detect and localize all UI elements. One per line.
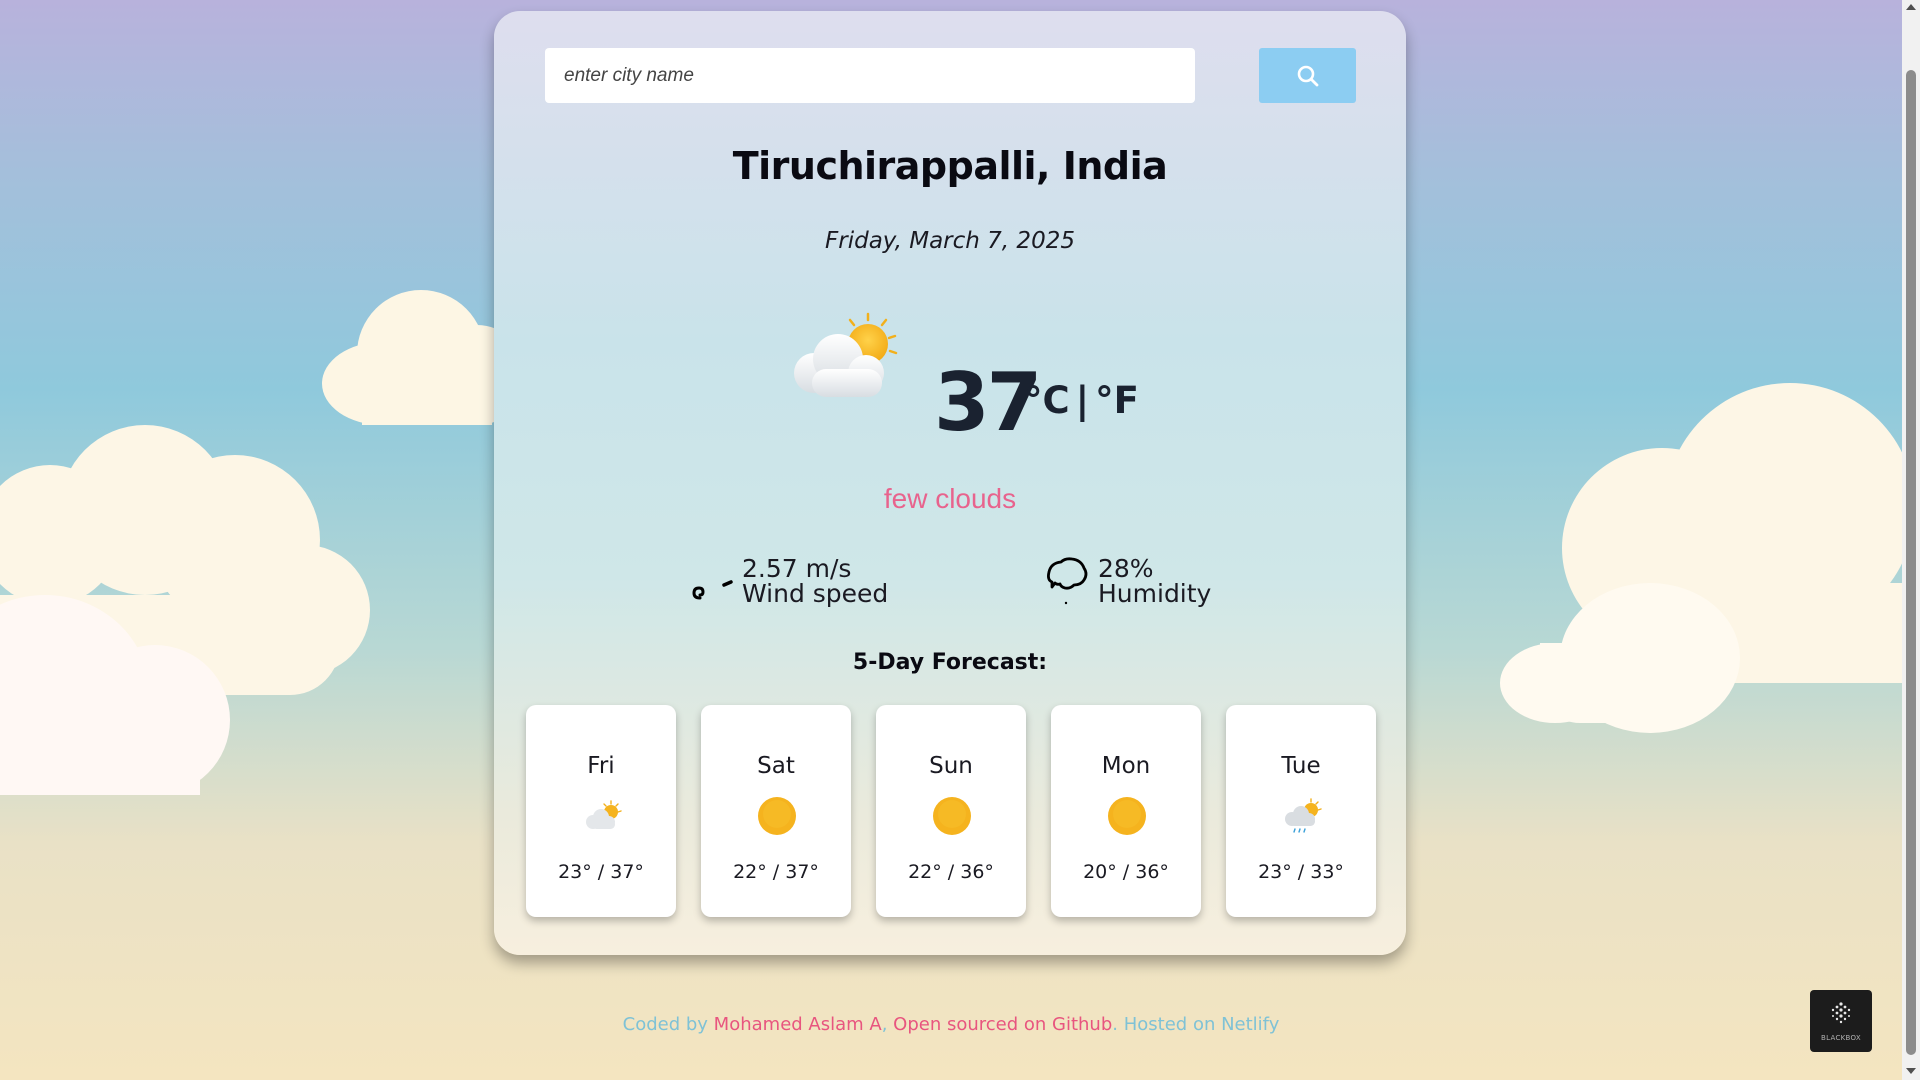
scroll-up-arrow-icon[interactable]	[1906, 4, 1916, 10]
scroll-down-arrow-icon[interactable]	[1906, 1068, 1916, 1074]
forecast-temps: 20° / 36°	[1083, 861, 1169, 883]
background-cloud-right	[1500, 383, 1915, 733]
forecast-card: Fri 23° / 37°	[526, 705, 676, 917]
forecast-temps: 22° / 37°	[733, 861, 819, 883]
footer-coded-by: Coded by	[622, 1014, 714, 1035]
weather-description: few clouds	[883, 483, 1017, 514]
forecast-card: Mon 20° / 36°	[1051, 705, 1201, 917]
forecast-temps: 23° / 37°	[558, 861, 644, 883]
forecast-day: Fri	[587, 753, 615, 779]
search-button[interactable]	[1259, 48, 1356, 103]
forecast-card: Tue 23° / 33°	[1226, 705, 1376, 917]
sun-icon	[758, 797, 796, 835]
scrollbar-thumb[interactable]	[1906, 70, 1916, 1055]
footer: Coded by Mohamed Aslam A, Open sourced o…	[0, 1014, 1902, 1035]
wind-icon	[692, 580, 733, 600]
author-link[interactable]: Mohamed Aslam A	[714, 1014, 882, 1035]
rain-icon	[1285, 798, 1322, 833]
netlify-link[interactable]: Hosted on Netlify	[1124, 1014, 1280, 1035]
humidity-icon	[1047, 557, 1088, 605]
badge-label: BLACKBOX	[1821, 1034, 1861, 1042]
forecast-temps: 22° / 36°	[908, 861, 994, 883]
blackbox-logo-icon	[1831, 1002, 1851, 1024]
unit-separator: |	[1075, 379, 1090, 422]
forecast-day: Sun	[929, 753, 973, 779]
page: Tiruchirappalli, India Friday, March 7, …	[0, 0, 1915, 1080]
celsius-toggle[interactable]: °C	[1024, 379, 1070, 422]
weather-card: Tiruchirappalli, India Friday, March 7, …	[494, 11, 1406, 955]
forecast-day: Sat	[757, 753, 795, 779]
sun-icon	[1108, 797, 1146, 835]
background-cloud-left-large	[0, 425, 380, 795]
current-date: Friday, March 7, 2025	[825, 228, 1075, 254]
unit-toggle: °C | °F	[1024, 382, 1139, 419]
few-clouds-icon	[586, 800, 622, 829]
fahrenheit-toggle[interactable]: °F	[1095, 379, 1139, 422]
forecast-card: Sat 22° / 37°	[701, 705, 851, 917]
github-link[interactable]: Open sourced on Github	[893, 1014, 1112, 1035]
forecast-temps: 23° / 33°	[1258, 861, 1344, 883]
city-name: Tiruchirappalli, India	[732, 144, 1168, 188]
humidity-label: Humidity	[1098, 579, 1212, 608]
wind-speed-label: Wind speed	[742, 579, 889, 608]
footer-comma: ,	[881, 1014, 894, 1035]
blackbox-badge[interactable]: BLACKBOX	[1810, 990, 1872, 1052]
forecast-card: Sun 22° / 36°	[876, 705, 1026, 917]
search-input[interactable]	[545, 48, 1195, 103]
search-icon	[1297, 65, 1318, 86]
forecast-title: 5-Day Forecast:	[852, 650, 1048, 675]
sun-icon	[933, 797, 971, 835]
vertical-scrollbar[interactable]	[1902, 0, 1920, 1080]
few-clouds-icon	[794, 312, 898, 397]
forecast-day: Mon	[1101, 753, 1151, 779]
footer-dot: .	[1112, 1014, 1124, 1035]
forecast-day: Tue	[1281, 753, 1321, 779]
